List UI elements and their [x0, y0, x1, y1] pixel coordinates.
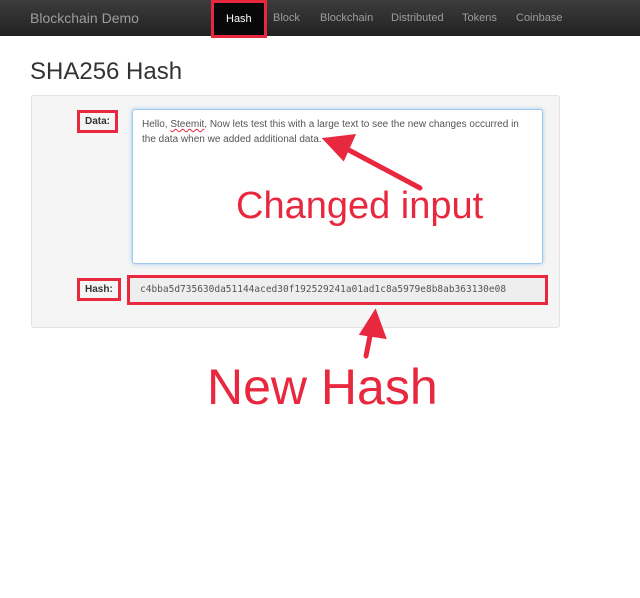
arrow-head	[358, 308, 387, 340]
changed-input-annotation: Changed input	[236, 185, 484, 227]
arrow-head	[321, 133, 357, 162]
new-hash-annotation: New Hash	[207, 359, 438, 415]
arrow-to-input	[342, 145, 423, 191]
annotation-arrows	[321, 133, 423, 359]
